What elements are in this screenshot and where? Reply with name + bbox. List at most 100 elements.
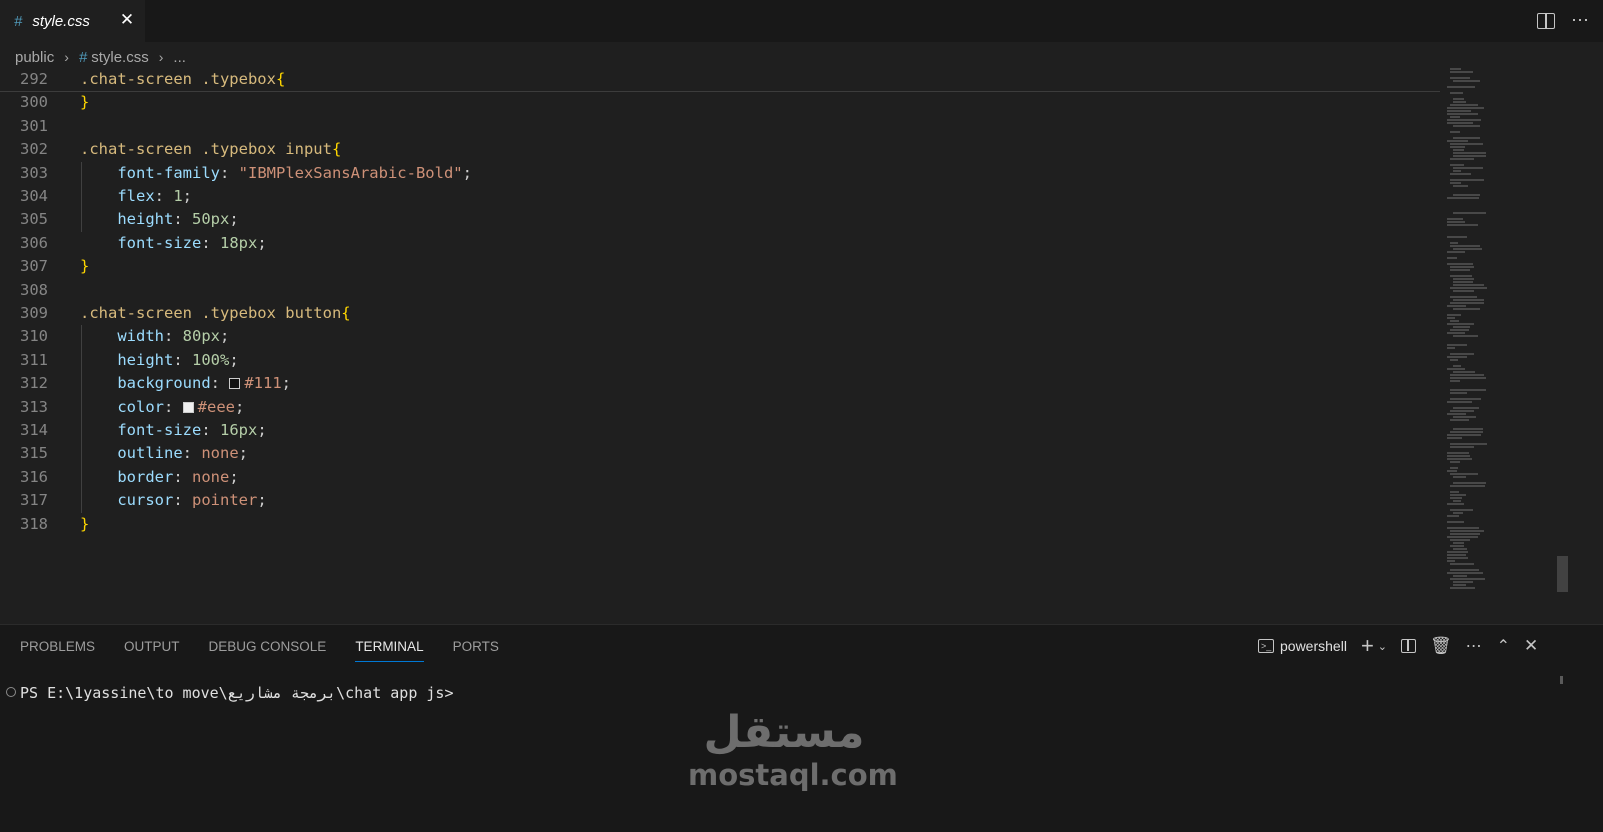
minimap-line — [1447, 413, 1466, 415]
code-line[interactable]: 306 font-size: 18px; — [0, 232, 1440, 255]
chevron-up-icon[interactable]: ⌃ — [1497, 636, 1510, 656]
code-line[interactable]: 303 font-family: "IBMPlexSansArabic-Bold… — [0, 162, 1440, 185]
tab-output[interactable]: OUTPUT — [124, 639, 180, 662]
minimap-line — [1450, 485, 1485, 487]
trash-icon[interactable]: 🗑 — [1430, 636, 1452, 656]
chevron-right-icon: › — [64, 49, 69, 65]
line-number: 307 — [20, 257, 48, 276]
minimap-line — [1453, 548, 1467, 550]
code-line[interactable]: 315 outline: none; — [0, 442, 1440, 465]
minimap-line — [1450, 587, 1475, 589]
code-text: flex: 1; — [80, 185, 192, 208]
minimap-line — [1450, 158, 1474, 160]
minimap-line — [1453, 512, 1463, 514]
minimap-line — [1450, 569, 1479, 571]
color-swatch-icon[interactable] — [229, 378, 241, 390]
watermark-latin: mostaql.com — [688, 758, 898, 792]
code-token: #eee — [197, 397, 235, 416]
minimap-line — [1447, 527, 1479, 529]
indent-guide — [81, 161, 82, 232]
code-token: ; — [238, 444, 248, 463]
minimap-line — [1453, 149, 1464, 151]
minimap-line — [1447, 455, 1470, 457]
minimap-line — [1447, 263, 1473, 265]
minimap-line — [1450, 329, 1469, 331]
code-line[interactable]: 305 height: 50px; — [0, 208, 1440, 231]
tab-ports[interactable]: PORTS — [453, 639, 499, 662]
color-swatch-icon[interactable] — [182, 401, 194, 413]
breadcrumb-more[interactable]: ... — [173, 49, 186, 66]
tab-debug-console[interactable]: DEBUG CONSOLE — [209, 639, 327, 662]
code-line[interactable]: 310 width: 80px; — [0, 325, 1440, 348]
editor-scrollbar-thumb[interactable] — [1557, 556, 1568, 592]
code-token: width — [80, 327, 164, 346]
minimap-line — [1450, 353, 1474, 355]
minimap-line — [1447, 356, 1467, 358]
code-line[interactable]: 309 .chat-screen .typebox button{ — [0, 302, 1440, 325]
tab-problems[interactable]: PROBLEMS — [20, 639, 95, 662]
line-number: 301 — [20, 116, 48, 135]
code-token: : — [164, 397, 183, 416]
minimap-line — [1453, 80, 1480, 82]
minimap-line — [1450, 431, 1483, 433]
code-line[interactable]: 304 flex: 1; — [0, 185, 1440, 208]
code-token: #111 — [244, 374, 282, 393]
minimap-line — [1447, 503, 1464, 505]
sticky-scroll-divider — [0, 91, 1440, 92]
split-editor-icon[interactable] — [1537, 13, 1555, 29]
code-line[interactable]: 311 height: 100%; — [0, 349, 1440, 372]
code-line[interactable]: 318} — [0, 513, 1440, 536]
breadcrumb-file[interactable]: # style.css — [79, 49, 149, 66]
minimap-line — [1453, 98, 1464, 100]
minimap-line — [1453, 371, 1475, 373]
code-line[interactable]: 316 border: none; — [0, 466, 1440, 489]
code-line[interactable]: 302 .chat-screen .typebox input{ — [0, 138, 1440, 161]
minimap-line — [1447, 305, 1466, 307]
code-token: 80px — [182, 327, 220, 346]
close-icon[interactable]: ✕ — [118, 11, 136, 29]
tab-terminal[interactable]: TERMINAL — [355, 639, 424, 662]
terminal-prompt[interactable]: PS E:\1yassine\to move\برمجة مشاريع\chat… — [6, 684, 454, 702]
code-line[interactable]: 314 font-size: 16px; — [0, 419, 1440, 442]
code-line[interactable]: 312 background: #111; — [0, 372, 1440, 395]
plus-icon[interactable]: + — [1361, 635, 1374, 657]
code-line[interactable]: 301 — [0, 115, 1440, 138]
code-token: cursor — [80, 491, 174, 510]
minimap-line — [1453, 500, 1461, 502]
code-line[interactable]: 300} — [0, 91, 1440, 114]
minimap-line — [1450, 563, 1474, 565]
close-icon[interactable]: ✕ — [1524, 636, 1538, 656]
minimap-line — [1450, 473, 1478, 475]
code-text: cursor: pointer; — [80, 489, 266, 512]
code-editor[interactable]: 292 .chat-screen .typebox{300} 301 302 .chat… — [0, 68, 1445, 623]
minimap-line — [1447, 515, 1459, 517]
breadcrumb: public › # style.css › ... — [15, 46, 186, 68]
editor-scrollbar[interactable] — [1556, 68, 1568, 623]
minimap-line — [1447, 257, 1457, 259]
code-line[interactable]: 313 color: #eee; — [0, 396, 1440, 419]
minimap-line — [1447, 332, 1465, 334]
tab-style-css[interactable]: # style.css ✕ — [0, 0, 145, 42]
minimap[interactable] — [1445, 68, 1555, 589]
code-line[interactable]: 308 — [0, 279, 1440, 302]
chevron-down-icon[interactable]: ⌄ — [1378, 640, 1387, 653]
code-line[interactable]: 292 .chat-screen .typebox{ — [0, 68, 1440, 91]
minimap-line — [1450, 104, 1478, 106]
code-line[interactable]: 317 cursor: pointer; — [0, 489, 1440, 512]
panel-actions: >_ powershell + ⌄ 🗑 ⋯ ⌃ ✕ — [1258, 635, 1538, 657]
line-number: 317 — [20, 491, 48, 510]
code-line[interactable]: 307} — [0, 255, 1440, 278]
terminal-name[interactable]: powershell — [1280, 638, 1347, 654]
more-actions-icon[interactable]: ⋯ — [1571, 10, 1589, 31]
terminal-scrollbar[interactable] — [1560, 676, 1563, 684]
breadcrumb-folder[interactable]: public — [15, 49, 54, 66]
line-number: 316 — [20, 467, 48, 486]
split-terminal-icon[interactable] — [1401, 639, 1417, 653]
code-token: 18px — [220, 233, 258, 252]
code-token: : — [173, 491, 192, 510]
minimap-line — [1450, 296, 1477, 298]
minimap-line — [1447, 107, 1484, 109]
code-token: : — [210, 374, 230, 393]
code-text: } — [80, 91, 89, 114]
more-icon[interactable]: ⋯ — [1466, 636, 1483, 656]
